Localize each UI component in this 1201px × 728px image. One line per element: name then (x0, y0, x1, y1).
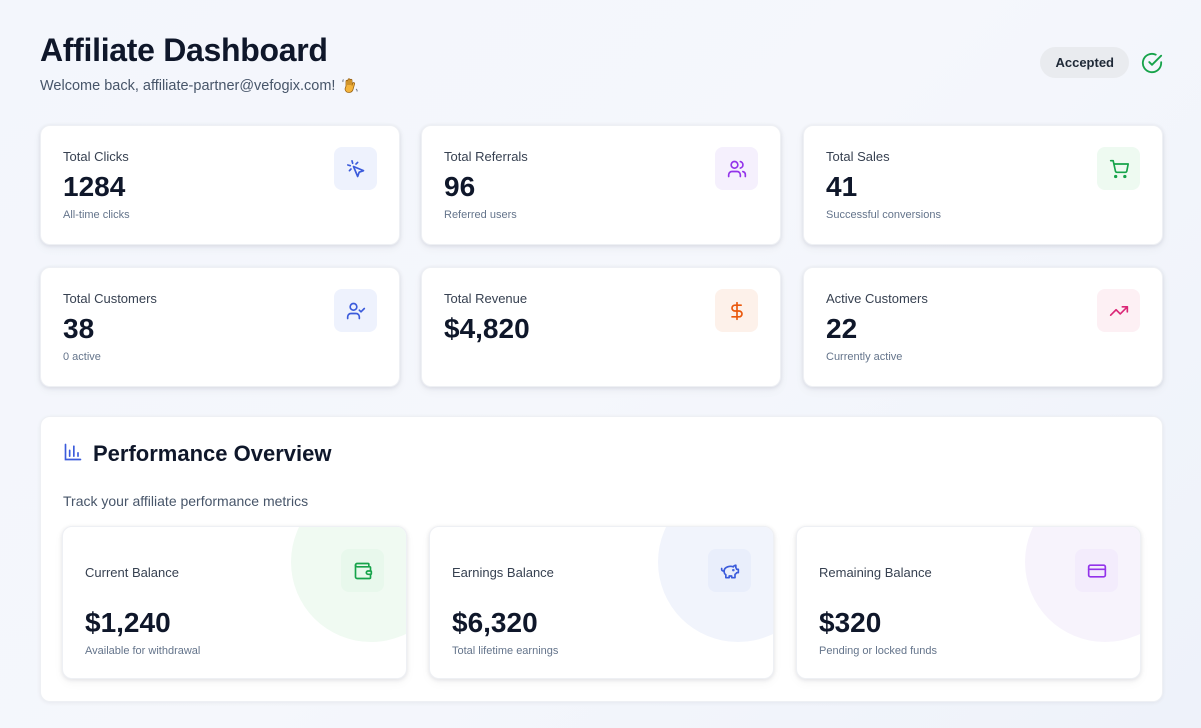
stat-subtext: 0 active (63, 351, 101, 363)
check-circle-icon (1141, 52, 1163, 74)
balance-card-earnings: Earnings Balance $6,320 Total lifetime e… (429, 526, 774, 679)
stat-value: 96 (444, 171, 476, 202)
wallet-icon (341, 549, 384, 592)
stat-value: 38 (63, 313, 95, 344)
stat-card-total-referrals: Total Referrals 96 Referred users (421, 125, 781, 245)
balance-value: $6,320 (452, 607, 538, 638)
status-area: Accepted (1040, 47, 1163, 78)
page-title: Affiliate Dashboard (40, 32, 328, 68)
balance-label: Remaining Balance (819, 565, 932, 580)
balance-value: $1,240 (85, 607, 171, 638)
stat-card-total-sales: Total Sales 41 Successful conversions (803, 125, 1163, 245)
performance-title: Performance Overview (93, 441, 332, 466)
stat-value: $4,820 (444, 313, 530, 344)
balance-label: Current Balance (85, 565, 179, 580)
stat-subtext: All-time clicks (63, 209, 130, 221)
balance-card-remaining: Remaining Balance $320 Pending or locked… (796, 526, 1141, 679)
stat-label: Total Clicks (63, 149, 129, 164)
welcome-text: Welcome back, affiliate-partner@vefogix.… (40, 78, 336, 94)
users-icon (715, 147, 758, 190)
balance-subtext: Available for withdrawal (85, 645, 201, 657)
stat-subtext: Referred users (444, 209, 517, 221)
balance-subtext: Total lifetime earnings (452, 645, 559, 657)
stat-label: Active Customers (826, 291, 928, 306)
balance-value: $320 (819, 607, 882, 638)
stat-card-total-customers: Total Customers 38 0 active (40, 267, 400, 387)
stat-value: 22 (826, 313, 858, 344)
user-check-icon (334, 289, 377, 332)
balance-card-current: Current Balance $1,240 Available for wit… (62, 526, 407, 679)
welcome-message: Welcome back, affiliate-partner@vefogix.… (40, 77, 359, 95)
stat-subtext: Currently active (826, 351, 903, 363)
piggy-bank-icon (708, 549, 751, 592)
stat-label: Total Customers (63, 291, 157, 306)
stat-card-total-revenue: Total Revenue $4,820 (421, 267, 781, 387)
waving-hand-icon (341, 77, 359, 95)
shopping-cart-icon (1097, 147, 1140, 190)
credit-card-icon (1075, 549, 1118, 592)
bar-chart-icon (63, 442, 83, 467)
stat-card-active-customers: Active Customers 22 Currently active (803, 267, 1163, 387)
page-header: Affiliate Dashboard Welcome back, affili… (40, 30, 1163, 100)
stat-label: Total Referrals (444, 149, 528, 164)
cursor-click-icon (334, 147, 377, 190)
stat-value: 1284 (63, 171, 126, 202)
trending-up-icon (1097, 289, 1140, 332)
status-badge: Accepted (1040, 47, 1129, 78)
stat-card-total-clicks: Total Clicks 1284 All-time clicks (40, 125, 400, 245)
stat-subtext: Successful conversions (826, 209, 941, 221)
performance-subtitle: Track your affiliate performance metrics (63, 493, 309, 509)
balance-label: Earnings Balance (452, 565, 554, 580)
stat-label: Total Revenue (444, 291, 528, 306)
performance-header: Performance Overview (63, 441, 331, 467)
balance-subtext: Pending or locked funds (819, 645, 938, 657)
performance-overview-panel: Performance Overview Track your affiliat… (40, 416, 1163, 702)
dollar-icon (715, 289, 758, 332)
stat-label: Total Sales (826, 149, 890, 164)
dashboard-page: Affiliate Dashboard Welcome back, affili… (40, 0, 1163, 728)
stat-value: 41 (826, 171, 858, 202)
